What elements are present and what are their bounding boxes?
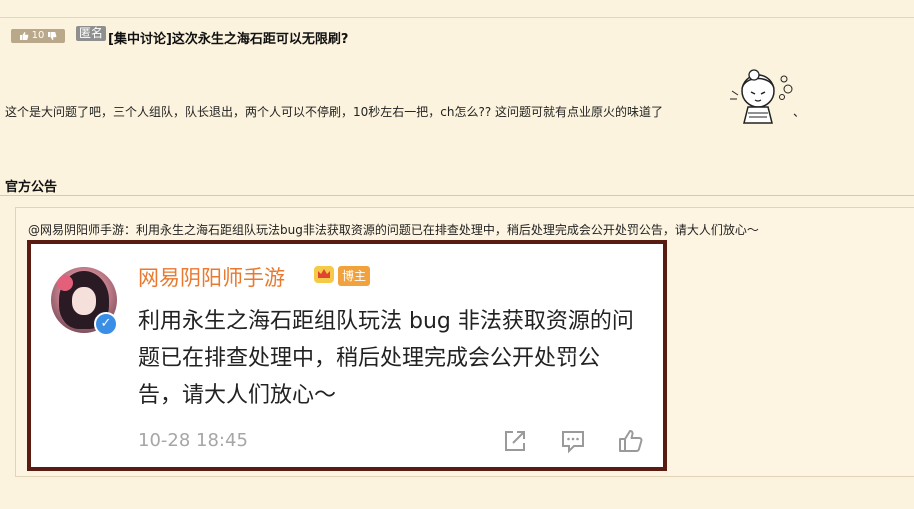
thumbs-up-icon	[19, 32, 28, 40]
section-title: 官方公告	[5, 180, 58, 195]
crown-icon	[314, 266, 334, 283]
post-title[interactable]: [集中讨论]这次永生之海石距可以无限刷?	[108, 28, 348, 47]
vote-count: 10	[31, 30, 45, 41]
post-body: 这个是大问题了吧，三个人组队，队长退出，两个人可以不停刷，10秒左右一把，ch怎…	[5, 105, 664, 119]
trailing-punctuation: 、	[793, 105, 806, 119]
section-divider	[0, 195, 914, 196]
top-divider	[0, 17, 914, 18]
quote-text: @网易阴阳师手游：利用永生之海石距组队玩法bug非法获取资源的问题已在排查处理中…	[28, 223, 759, 237]
weibo-screenshot-card: ✓ 网易阴阳师手游 博主 利用永生之海石距组队玩法 bug 非法获取资源的问题已…	[27, 240, 667, 471]
chibi-sticker-image	[730, 69, 793, 124]
vote-badge[interactable]: 10	[11, 29, 65, 43]
verified-icon: ✓	[94, 312, 118, 336]
anonymous-tag: 匿名	[76, 26, 107, 41]
post-timestamp: 10-28 18:45	[138, 430, 248, 451]
like-icon	[619, 430, 643, 452]
blogger-badge: 博主	[338, 266, 371, 286]
account-name: 网易阴阳师手游	[138, 266, 285, 290]
comment-icon	[562, 431, 584, 454]
share-icon	[505, 431, 525, 451]
weibo-content: 利用永生之海石距组队玩法 bug 非法获取资源的问题已在排查处理中，稍后处理完成…	[138, 309, 634, 408]
thumbs-down-icon	[48, 32, 57, 40]
